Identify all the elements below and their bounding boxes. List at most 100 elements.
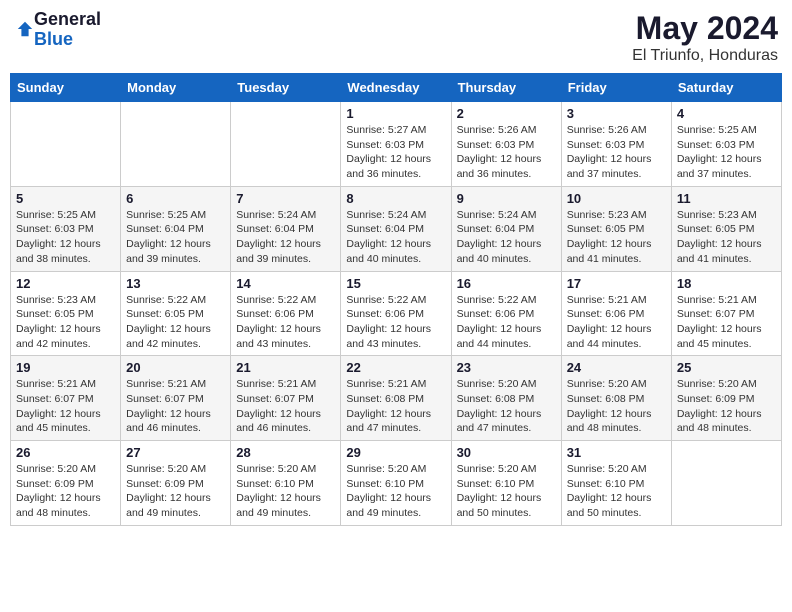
- calendar-cell: 16Sunrise: 5:22 AM Sunset: 6:06 PM Dayli…: [451, 271, 561, 356]
- calendar-cell: 12 Sunrise: 5:23 AM Sunset: 6:05 PM Dayli…: [11, 271, 121, 356]
- day-info: Sunrise: 5:27 AM Sunset: 6:03 PM Dayligh…: [346, 123, 445, 182]
- calendar-cell: 31 Sunrise: 5:20 AM Sunset: 6:10 PM Dayli…: [561, 441, 671, 526]
- day-info: Sunrise: 5:25 AM Sunset: 6:03 PM Dayligh…: [16, 208, 115, 267]
- day-info: Sunrise: 5:25 AM Sunset: 6:04 PM Dayligh…: [126, 208, 225, 267]
- day-number: 27: [126, 445, 225, 460]
- day-info: Sunrise: 5:21 AM Sunset: 6:08 PM Dayligh…: [346, 377, 445, 436]
- day-info: Sunrise: 5:22 AM Sunset: 6:06 PM Dayligh…: [346, 293, 445, 352]
- weekday-header: Tuesday: [231, 74, 341, 102]
- calendar-cell: 1 Sunrise: 5:27 AM Sunset: 6:03 PM Daylig…: [341, 102, 451, 187]
- day-number: 12: [16, 276, 115, 291]
- day-info: Sunrise: 5:23 AM Sunset: 6:05 PM Dayligh…: [16, 293, 115, 352]
- day-info: Sunrise: 5:23 AM Sunset: 6:05 PM Dayligh…: [677, 208, 776, 267]
- calendar-table: SundayMondayTuesdayWednesdayThursdayFrid…: [10, 73, 782, 526]
- day-info: Sunrise: 5:23 AM Sunset: 6:05 PM Dayligh…: [567, 208, 666, 267]
- calendar-cell: 3Sunrise: 5:26 AM Sunset: 6:03 PM Daylig…: [561, 102, 671, 187]
- day-info: Sunrise: 5:20 AM Sunset: 6:08 PM Dayligh…: [567, 377, 666, 436]
- calendar-cell: 27Sunrise: 5:20 AM Sunset: 6:09 PM Dayli…: [121, 441, 231, 526]
- day-number: 6: [126, 191, 225, 206]
- calendar-cell: 26 Sunrise: 5:20 AM Sunset: 6:09 PM Dayli…: [11, 441, 121, 526]
- calendar-cell: 22 Sunrise: 5:21 AM Sunset: 6:08 PM Dayli…: [341, 356, 451, 441]
- calendar-cell: 30 Sunrise: 5:20 AM Sunset: 6:10 PM Dayli…: [451, 441, 561, 526]
- day-number: 31: [567, 445, 666, 460]
- logo: General Blue: [14, 10, 101, 50]
- calendar-cell: 21Sunrise: 5:21 AM Sunset: 6:07 PM Dayli…: [231, 356, 341, 441]
- weekday-header: Monday: [121, 74, 231, 102]
- day-number: 24: [567, 360, 666, 375]
- weekday-header: Friday: [561, 74, 671, 102]
- calendar-cell: 23 Sunrise: 5:20 AM Sunset: 6:08 PM Dayli…: [451, 356, 561, 441]
- calendar-cell: 28 Sunrise: 5:20 AM Sunset: 6:10 PM Dayli…: [231, 441, 341, 526]
- day-number: 5: [16, 191, 115, 206]
- logo-blue: Blue: [34, 30, 101, 50]
- calendar-cell: 13Sunrise: 5:22 AM Sunset: 6:05 PM Dayli…: [121, 271, 231, 356]
- calendar-cell: 25 Sunrise: 5:20 AM Sunset: 6:09 PM Dayli…: [671, 356, 781, 441]
- calendar-cell: 19 Sunrise: 5:21 AM Sunset: 6:07 PM Dayli…: [11, 356, 121, 441]
- calendar-cell: 8 Sunrise: 5:24 AM Sunset: 6:04 PM Daylig…: [341, 186, 451, 271]
- calendar-cell: [671, 441, 781, 526]
- calendar-week-row: 12 Sunrise: 5:23 AM Sunset: 6:05 PM Dayli…: [11, 271, 782, 356]
- title-section: May 2024 El Triunfo, Honduras: [632, 10, 778, 65]
- calendar-cell: [231, 102, 341, 187]
- day-number: 23: [457, 360, 556, 375]
- weekday-header: Sunday: [11, 74, 121, 102]
- day-number: 18: [677, 276, 776, 291]
- day-number: 20: [126, 360, 225, 375]
- day-info: Sunrise: 5:20 AM Sunset: 6:09 PM Dayligh…: [16, 462, 115, 521]
- calendar-cell: 9Sunrise: 5:24 AM Sunset: 6:04 PM Daylig…: [451, 186, 561, 271]
- day-number: 1: [346, 106, 445, 121]
- day-info: Sunrise: 5:20 AM Sunset: 6:09 PM Dayligh…: [677, 377, 776, 436]
- day-info: Sunrise: 5:22 AM Sunset: 6:05 PM Dayligh…: [126, 293, 225, 352]
- logo-text: General Blue: [34, 10, 101, 50]
- calendar-cell: 24 Sunrise: 5:20 AM Sunset: 6:08 PM Dayli…: [561, 356, 671, 441]
- calendar-week-row: 19 Sunrise: 5:21 AM Sunset: 6:07 PM Dayli…: [11, 356, 782, 441]
- day-info: Sunrise: 5:24 AM Sunset: 6:04 PM Dayligh…: [236, 208, 335, 267]
- day-number: 16: [457, 276, 556, 291]
- day-number: 22: [346, 360, 445, 375]
- day-info: Sunrise: 5:21 AM Sunset: 6:07 PM Dayligh…: [16, 377, 115, 436]
- calendar-cell: 17 Sunrise: 5:21 AM Sunset: 6:06 PM Dayli…: [561, 271, 671, 356]
- day-number: 15: [346, 276, 445, 291]
- day-number: 26: [16, 445, 115, 460]
- calendar-cell: 29Sunrise: 5:20 AM Sunset: 6:10 PM Dayli…: [341, 441, 451, 526]
- calendar-cell: 4 Sunrise: 5:25 AM Sunset: 6:03 PM Daylig…: [671, 102, 781, 187]
- day-info: Sunrise: 5:20 AM Sunset: 6:10 PM Dayligh…: [457, 462, 556, 521]
- month-year-title: May 2024: [632, 10, 778, 47]
- day-info: Sunrise: 5:20 AM Sunset: 6:10 PM Dayligh…: [567, 462, 666, 521]
- day-info: Sunrise: 5:24 AM Sunset: 6:04 PM Dayligh…: [346, 208, 445, 267]
- calendar-cell: [121, 102, 231, 187]
- calendar-week-row: 1 Sunrise: 5:27 AM Sunset: 6:03 PM Daylig…: [11, 102, 782, 187]
- day-number: 10: [567, 191, 666, 206]
- day-number: 30: [457, 445, 556, 460]
- day-number: 3: [567, 106, 666, 121]
- calendar-cell: 11Sunrise: 5:23 AM Sunset: 6:05 PM Dayli…: [671, 186, 781, 271]
- day-number: 29: [346, 445, 445, 460]
- calendar-week-row: 5 Sunrise: 5:25 AM Sunset: 6:03 PM Daylig…: [11, 186, 782, 271]
- day-info: Sunrise: 5:21 AM Sunset: 6:07 PM Dayligh…: [677, 293, 776, 352]
- day-info: Sunrise: 5:26 AM Sunset: 6:03 PM Dayligh…: [457, 123, 556, 182]
- calendar-cell: 6 Sunrise: 5:25 AM Sunset: 6:04 PM Daylig…: [121, 186, 231, 271]
- day-number: 7: [236, 191, 335, 206]
- calendar-week-row: 26 Sunrise: 5:20 AM Sunset: 6:09 PM Dayli…: [11, 441, 782, 526]
- calendar-cell: 14Sunrise: 5:22 AM Sunset: 6:06 PM Dayli…: [231, 271, 341, 356]
- logo-general: General: [34, 10, 101, 30]
- page-header: General Blue May 2024 El Triunfo, Hondur…: [10, 10, 782, 65]
- day-info: Sunrise: 5:25 AM Sunset: 6:03 PM Dayligh…: [677, 123, 776, 182]
- location-label: El Triunfo, Honduras: [632, 47, 778, 65]
- day-number: 25: [677, 360, 776, 375]
- day-number: 8: [346, 191, 445, 206]
- day-number: 17: [567, 276, 666, 291]
- day-info: Sunrise: 5:21 AM Sunset: 6:07 PM Dayligh…: [236, 377, 335, 436]
- day-info: Sunrise: 5:20 AM Sunset: 6:10 PM Dayligh…: [236, 462, 335, 521]
- day-number: 14: [236, 276, 335, 291]
- day-number: 19: [16, 360, 115, 375]
- day-info: Sunrise: 5:20 AM Sunset: 6:08 PM Dayligh…: [457, 377, 556, 436]
- day-number: 28: [236, 445, 335, 460]
- calendar-cell: 18 Sunrise: 5:21 AM Sunset: 6:07 PM Dayli…: [671, 271, 781, 356]
- day-number: 2: [457, 106, 556, 121]
- calendar-cell: 7 Sunrise: 5:24 AM Sunset: 6:04 PM Daylig…: [231, 186, 341, 271]
- day-number: 4: [677, 106, 776, 121]
- calendar-cell: 10 Sunrise: 5:23 AM Sunset: 6:05 PM Dayli…: [561, 186, 671, 271]
- day-info: Sunrise: 5:21 AM Sunset: 6:06 PM Dayligh…: [567, 293, 666, 352]
- weekday-header: Saturday: [671, 74, 781, 102]
